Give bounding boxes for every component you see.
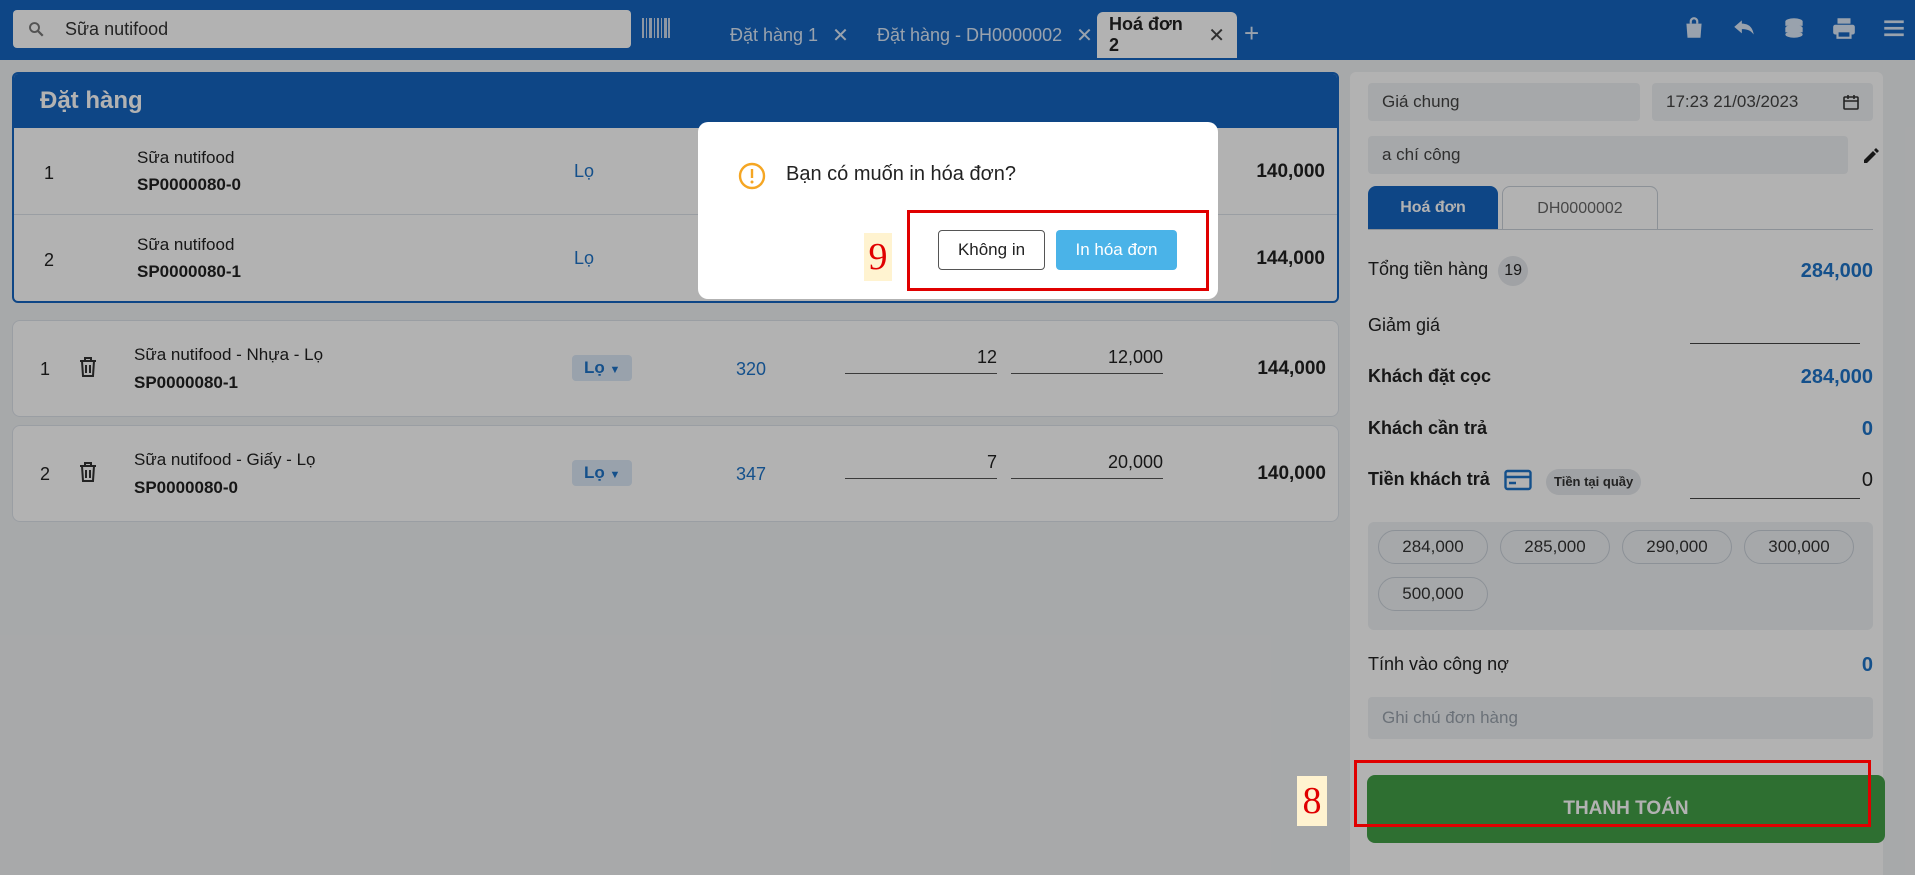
step-9-highlight [907,210,1209,291]
dialog-question: Bạn có muốn in hóa đơn? [786,163,1016,185]
step-8-label: 8 [1297,776,1327,826]
step-8-highlight [1354,760,1871,827]
warning-icon [738,162,766,190]
step-9-label: 9 [864,233,892,281]
